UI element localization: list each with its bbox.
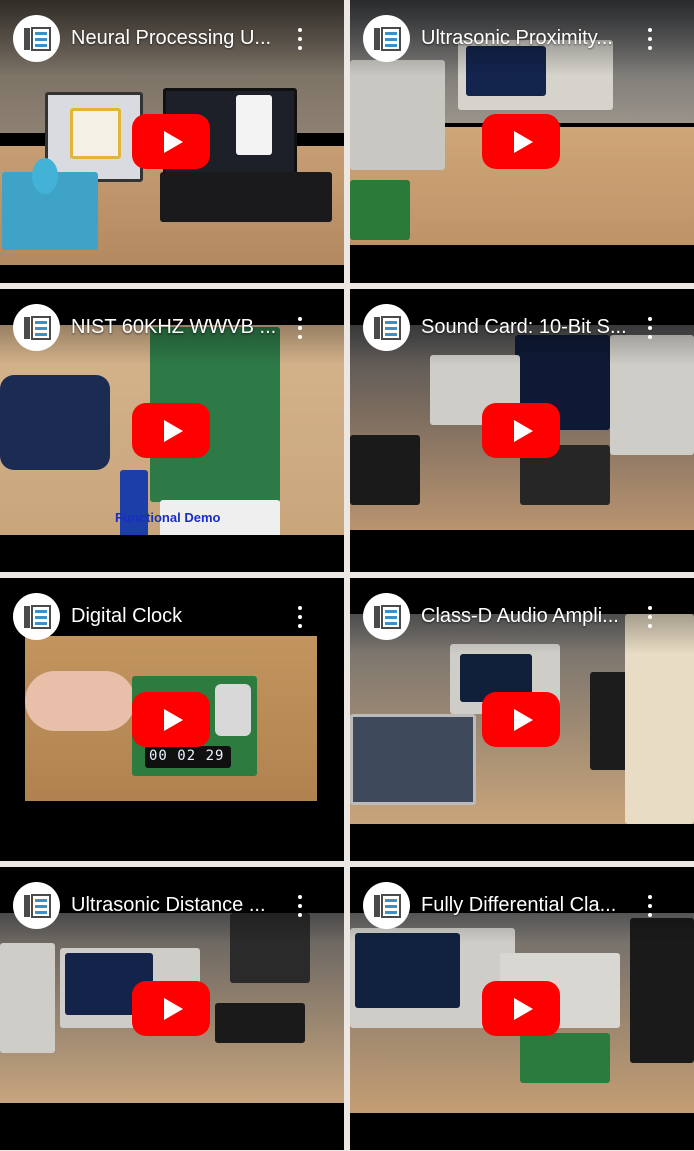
more-vert-icon[interactable] xyxy=(290,28,310,50)
video-title[interactable]: Fully Differential Cla... xyxy=(421,893,632,917)
youtube-play-icon[interactable] xyxy=(132,403,210,458)
video-title[interactable]: Class-D Audio Ampli... xyxy=(421,604,632,628)
video-title[interactable]: NIST 60KHZ WWVB ... xyxy=(71,315,282,339)
thumbnail-caption: Functional Demo xyxy=(115,510,221,525)
more-vert-icon[interactable] xyxy=(290,317,310,339)
more-vert-icon[interactable] xyxy=(640,28,660,50)
youtube-play-icon[interactable] xyxy=(132,114,210,169)
video-title[interactable]: Digital Clock xyxy=(71,604,282,628)
more-vert-icon[interactable] xyxy=(290,606,310,628)
video-card[interactable]: Functional Demo NIST 60KHZ WWVB ... xyxy=(0,289,344,572)
channel-logo-icon[interactable] xyxy=(363,15,410,62)
video-card[interactable]: Fully Differential Cla... xyxy=(350,867,694,1150)
video-title[interactable]: Ultrasonic Proximity... xyxy=(421,26,632,50)
clock-display: 00 02 29 xyxy=(149,748,225,764)
channel-logo-icon[interactable] xyxy=(13,593,60,640)
more-vert-icon[interactable] xyxy=(290,895,310,917)
video-card[interactable]: Ultrasonic Distance ... xyxy=(0,867,344,1150)
video-card[interactable]: Class-D Audio Ampli... xyxy=(350,578,694,861)
channel-logo-icon[interactable] xyxy=(13,304,60,351)
youtube-play-icon[interactable] xyxy=(482,981,560,1036)
youtube-play-icon[interactable] xyxy=(132,692,210,747)
video-title[interactable]: Neural Processing U... xyxy=(71,26,282,50)
more-vert-icon[interactable] xyxy=(640,317,660,339)
more-vert-icon[interactable] xyxy=(640,606,660,628)
more-vert-icon[interactable] xyxy=(640,895,660,917)
channel-logo-icon[interactable] xyxy=(13,15,60,62)
channel-logo-icon[interactable] xyxy=(363,593,410,640)
video-card[interactable]: Sound Card: 10-Bit S... xyxy=(350,289,694,572)
video-grid: Neural Processing U... Ultrasonic Proxim… xyxy=(0,0,694,1151)
channel-logo-icon[interactable] xyxy=(363,304,410,351)
youtube-play-icon[interactable] xyxy=(482,403,560,458)
video-card[interactable]: Neural Processing U... xyxy=(0,0,344,283)
channel-logo-icon[interactable] xyxy=(363,882,410,929)
youtube-play-icon[interactable] xyxy=(482,692,560,747)
video-card[interactable]: Ultrasonic Proximity... xyxy=(350,0,694,283)
youtube-play-icon[interactable] xyxy=(132,981,210,1036)
video-title[interactable]: Ultrasonic Distance ... xyxy=(71,893,282,917)
video-title[interactable]: Sound Card: 10-Bit S... xyxy=(421,315,632,339)
youtube-play-icon[interactable] xyxy=(482,114,560,169)
video-card[interactable]: 00 02 29 Digital Clock xyxy=(0,578,344,861)
channel-logo-icon[interactable] xyxy=(13,882,60,929)
